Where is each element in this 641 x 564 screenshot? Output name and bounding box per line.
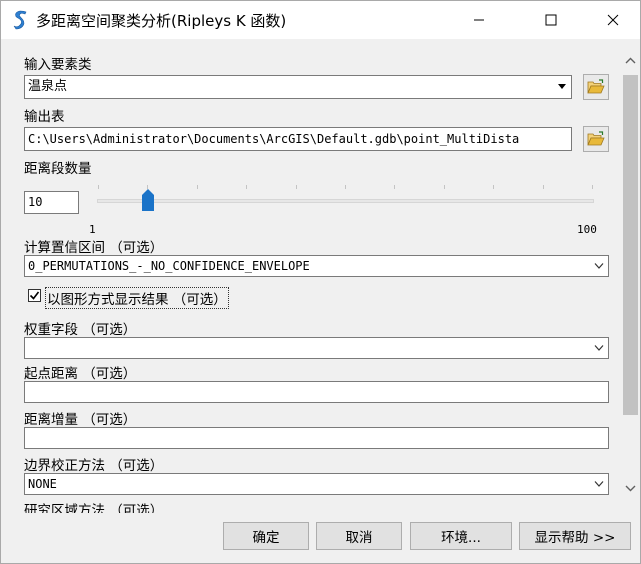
input-features-label: 输入要素类 (24, 57, 92, 73)
maximize-button[interactable] (528, 1, 574, 39)
minimize-icon (474, 19, 484, 21)
ok-button[interactable]: 确定 (223, 522, 309, 550)
scroll-up-icon[interactable] (625, 57, 636, 64)
begin-distance-label: 起点距离 （可选） (24, 366, 137, 382)
slider-tick (542, 185, 544, 189)
close-icon (607, 14, 619, 26)
chevron-down-icon (594, 345, 604, 351)
button-bar: 确定 取消 环境... 显示帮助 >> (1, 513, 640, 563)
slider-tick (443, 185, 445, 189)
input-features-value: 温泉点 (28, 79, 68, 94)
begin-distance-input[interactable] (24, 381, 609, 403)
scroll-down-icon[interactable] (625, 485, 636, 492)
output-table-label: 输出表 (24, 109, 65, 125)
slider-tick (98, 185, 99, 189)
scrollbar-thumb[interactable] (623, 75, 638, 415)
display-results-label[interactable]: 以图形方式显示结果 （可选） (45, 287, 229, 309)
show-help-button[interactable]: 显示帮助 >> (519, 522, 631, 550)
cancel-button[interactable]: 取消 (316, 522, 402, 550)
slider-tick (394, 185, 396, 189)
confidence-value: 0_PERMUTATIONS_-_NO_CONFIDENCE_ENVELOPE (28, 259, 310, 273)
slider-tick (592, 185, 593, 189)
study-area-method-label: 研究区域方法 （可选） (24, 503, 164, 513)
boundary-correction-value: NONE (28, 477, 57, 491)
boundary-correction-label: 边界校正方法 （可选） (24, 458, 164, 474)
slider-tick (493, 185, 495, 189)
distance-increment-input[interactable] (24, 427, 609, 449)
slider-tick (246, 185, 248, 189)
slider-tick (295, 185, 297, 189)
tool-dialog: 多距离空间聚类分析(Ripleys K 函数) 输入要素类 温泉点 输出表 C:… (0, 0, 641, 564)
close-button[interactable] (590, 1, 636, 39)
distance-bands-input[interactable]: 10 (24, 191, 79, 214)
arcgis-toolbox-icon (11, 10, 29, 30)
boundary-correction-dropdown[interactable]: NONE (24, 473, 609, 495)
distance-bands-slider-track[interactable] (97, 199, 594, 203)
slider-tick (345, 185, 346, 189)
maximize-icon (545, 14, 557, 26)
minimize-button[interactable] (456, 1, 502, 39)
checkmark-icon (29, 291, 40, 300)
environments-button[interactable]: 环境... (410, 522, 512, 550)
confidence-label: 计算置信区间 （可选） (24, 240, 164, 256)
folder-open-icon (587, 79, 605, 94)
slider-min-label: 1 (89, 223, 96, 236)
slider-tick (196, 185, 198, 189)
chevron-down-icon (594, 481, 604, 487)
vertical-scrollbar[interactable] (621, 39, 640, 513)
parameter-panel: 输入要素类 温泉点 输出表 C:\Users\Administrator\Doc… (2, 39, 620, 513)
display-results-checkbox[interactable] (28, 289, 41, 302)
output-table-input[interactable]: C:\Users\Administrator\Documents\ArcGIS\… (24, 127, 572, 151)
distance-increment-label: 距离增量 （可选） (24, 412, 137, 428)
folder-open-icon (587, 131, 605, 146)
output-table-browse-button[interactable] (583, 126, 609, 152)
input-features-dropdown[interactable]: 温泉点 (24, 75, 572, 99)
distance-bands-label: 距离段数量 (24, 161, 92, 177)
title-bar[interactable]: 多距离空间聚类分析(Ripleys K 函数) (1, 1, 640, 39)
dropdown-arrow-icon (558, 84, 566, 89)
confidence-dropdown[interactable]: 0_PERMUTATIONS_-_NO_CONFIDENCE_ENVELOPE (24, 255, 609, 277)
weight-field-dropdown[interactable] (24, 337, 609, 359)
chevron-down-icon (594, 263, 604, 269)
input-features-browse-button[interactable] (583, 74, 609, 100)
slider-max-label: 100 (577, 223, 597, 236)
distance-bands-slider-thumb[interactable] (142, 189, 154, 211)
weight-field-label: 权重字段 （可选） (24, 322, 137, 338)
window-title: 多距离空间聚类分析(Ripleys K 函数) (36, 12, 287, 30)
